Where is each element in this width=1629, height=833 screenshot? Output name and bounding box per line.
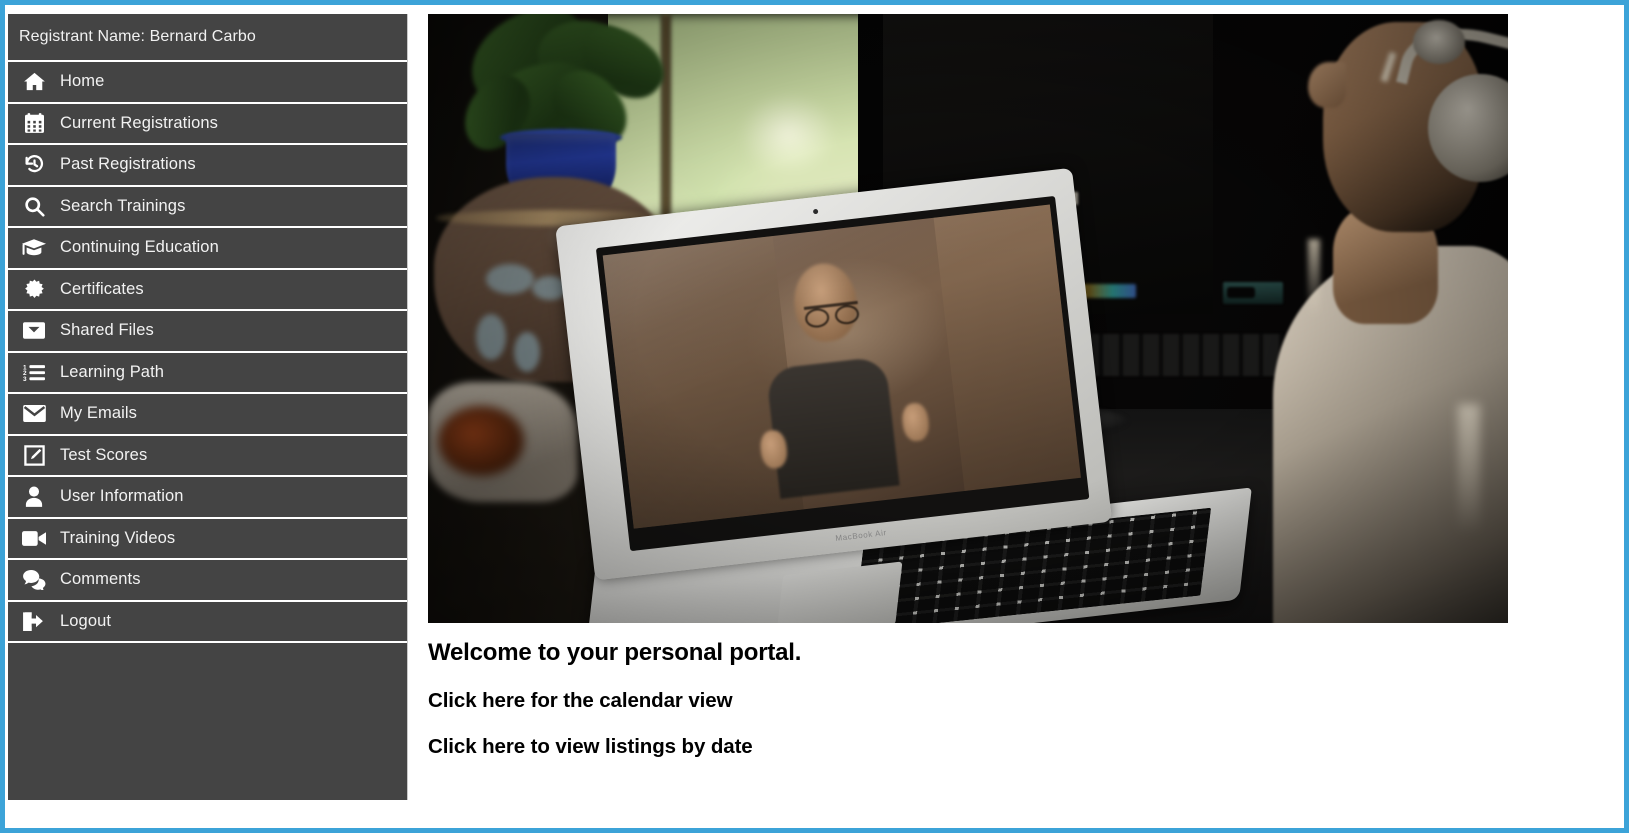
sidebar-item-continuing-education[interactable]: Continuing Education (8, 228, 407, 270)
sidebar-item-test-scores[interactable]: Test Scores (8, 436, 407, 477)
hero-image: MacBook Air (428, 14, 1508, 623)
sidebar-item-label: Shared Files (60, 321, 154, 340)
sidebar-item-label: Search Trainings (60, 196, 186, 215)
calendar-view-link[interactable]: Click here for the calendar view (428, 689, 801, 713)
laptop-webcam (812, 208, 818, 215)
sidebar-item-logout[interactable]: Logout (8, 602, 407, 643)
graduation-cap-icon (8, 238, 60, 257)
sidebar-item-search-trainings[interactable]: Search Trainings (8, 187, 407, 228)
sidebar-item-label: Home (60, 72, 105, 91)
numbered-list-icon: 1 2 3 (8, 363, 60, 382)
laptop-bezel (595, 195, 1090, 552)
top-white-strip (5, 5, 1624, 14)
home-icon (8, 72, 60, 91)
sidebar-item-my-emails[interactable]: My Emails (8, 394, 407, 436)
listings-by-date-link[interactable]: Click here to view listings by date (428, 735, 801, 759)
page-title: Welcome to your personal portal. (428, 639, 802, 666)
user-icon (8, 486, 60, 508)
video-camera-icon (8, 530, 60, 547)
sidebar-item-comments[interactable]: Comments (8, 560, 407, 602)
sidebar-item-label: Comments (60, 570, 141, 589)
sidebar-item-label: Continuing Education (60, 238, 219, 257)
sidebar-item-learning-path[interactable]: 1 2 3 Learning Path (8, 353, 407, 394)
page-frame: Registrant Name: Bernard Carbo Home Curr… (0, 0, 1629, 833)
orange-object (438, 406, 524, 476)
sidebar-item-label: Test Scores (60, 445, 148, 464)
sidebar-item-training-videos[interactable]: Training Videos (8, 519, 407, 560)
inbox-icon (8, 321, 60, 340)
envelope-icon (8, 405, 60, 423)
macbook-laptop: MacBook Air (545, 153, 1252, 623)
sidebar-item-label: Logout (60, 611, 112, 630)
headphone-pad (1413, 20, 1465, 64)
sidebar-item-current-registrations[interactable]: Current Registrations (8, 104, 407, 145)
search-icon (8, 196, 60, 217)
sidebar-item-shared-files[interactable]: Shared Files (8, 311, 407, 353)
sidebar-item-past-registrations[interactable]: Past Registrations (8, 145, 407, 187)
sidebar-item-label: User Information (60, 487, 184, 506)
calendar-icon (8, 113, 60, 134)
sidebar-item-certificates[interactable]: Certificates (8, 270, 407, 311)
welcome-copy: Welcome to your personal portal. Click h… (428, 639, 801, 781)
hero-photo: MacBook Air (428, 14, 1508, 623)
port-plate (1223, 282, 1283, 304)
history-icon (8, 154, 60, 175)
rim-light (1308, 239, 1320, 317)
vase-decoration (514, 332, 540, 372)
certificate-seal-icon (8, 279, 60, 300)
video-call-person-hand (900, 401, 931, 442)
sidebar-item-user-information[interactable]: User Information (8, 477, 407, 519)
svg-text:3: 3 (23, 376, 27, 382)
registrant-name-label: Registrant Name: Bernard Carbo (19, 28, 256, 45)
vase-decoration (476, 314, 506, 360)
edit-square-icon (8, 445, 60, 466)
registrant-name-bar: Registrant Name: Bernard Carbo (8, 14, 407, 62)
comments-icon (8, 569, 60, 590)
laptop-lid: MacBook Air (555, 167, 1113, 581)
sidebar-item-label: My Emails (60, 404, 137, 423)
sidebar-item-label: Certificates (60, 279, 144, 298)
sidebar-item-home[interactable]: Home (8, 62, 407, 104)
sidebar: Registrant Name: Bernard Carbo Home Curr… (8, 14, 408, 800)
sidebar-item-label: Learning Path (60, 362, 165, 381)
vase-decoration (486, 264, 534, 294)
sidebar-item-label: Current Registrations (60, 113, 218, 132)
sidebar-item-label: Past Registrations (60, 155, 196, 174)
sign-out-icon (8, 611, 60, 632)
person-profile-nose (1308, 62, 1346, 108)
main-content: MacBook Air Welcome to your personal por… (409, 14, 1624, 828)
laptop-screen (602, 204, 1081, 529)
rim-light (1458, 404, 1480, 534)
sidebar-item-label: Training Videos (60, 528, 176, 547)
